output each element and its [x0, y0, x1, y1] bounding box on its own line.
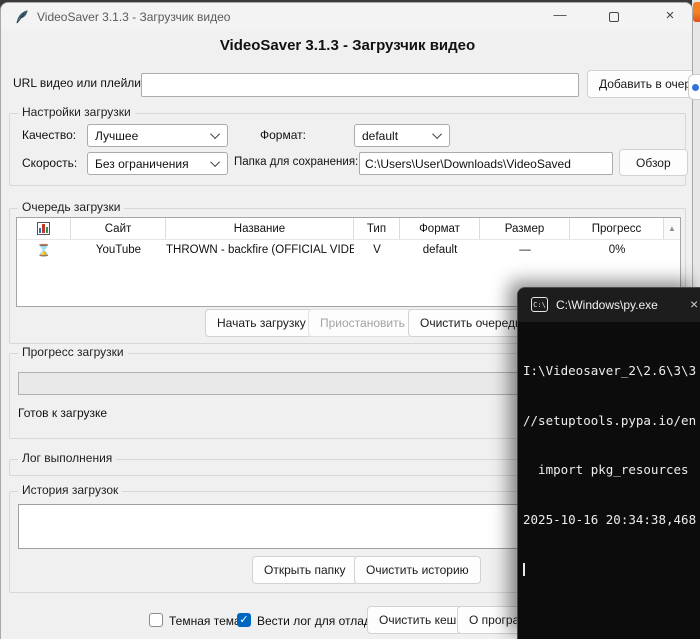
close-icon[interactable]: ×: [661, 7, 679, 24]
column-format[interactable]: Формат: [400, 218, 480, 239]
row-site: YouTube: [95, 244, 142, 256]
feather-app-icon: [16, 10, 28, 24]
dark-theme-checkbox[interactable]: [149, 613, 163, 627]
pause-button: Приостановить: [308, 309, 417, 337]
column-name[interactable]: Название: [166, 218, 354, 239]
add-to-queue-button[interactable]: Добавить в очередь: [587, 70, 692, 98]
page-title: VideoSaver 3.1.3 - Загрузчик видео: [219, 37, 476, 54]
settings-group-title: Настройки загрузки: [18, 105, 135, 119]
row-format: default: [422, 244, 458, 256]
titlebar[interactable]: VideoSaver 3.1.3 - Загрузчик видео — ×: [1, 3, 692, 31]
start-download-button[interactable]: Начать загрузку: [205, 309, 318, 337]
status-text: Готов к загрузке: [18, 406, 108, 420]
row-size: —: [519, 244, 531, 256]
column-status[interactable]: [17, 218, 71, 239]
terminal-line: //setuptools.pypa.io/en: [523, 412, 697, 428]
scroll-up-icon: ▲: [668, 223, 676, 233]
blue-dot-icon: [692, 83, 699, 91]
row-status-icon: ⌛: [36, 245, 52, 257]
queue-table-header: Сайт Название Тип Формат Размер Прогресс…: [17, 218, 680, 240]
clear-history-button[interactable]: Очистить историю: [354, 556, 481, 584]
terminal-window: C:\ C:\Windows\py.exe × I:\Videosaver_2\…: [517, 287, 700, 639]
minimize-icon[interactable]: —: [550, 7, 570, 22]
window-title: VideoSaver 3.1.3 - Загрузчик видео: [37, 10, 231, 24]
quality-label: Качество:: [22, 128, 77, 142]
log-group-title: Лог выполнения: [18, 451, 117, 465]
bar-chart-icon: [37, 222, 50, 235]
chevron-down-icon: [210, 157, 221, 168]
terminal-title: C:\Windows\py.exe: [556, 298, 658, 312]
dark-theme-label: Темная тема: [169, 614, 241, 628]
queue-group-title: Очередь загрузки: [18, 200, 125, 214]
terminal-cursor: [523, 563, 525, 576]
background-orange-fragment: [693, 2, 700, 22]
format-value: default: [362, 128, 399, 143]
url-input[interactable]: [141, 73, 579, 97]
history-group-title: История загрузок: [18, 483, 123, 497]
quality-value: Лучшее: [95, 128, 139, 143]
format-select[interactable]: default: [354, 124, 450, 147]
background-window-fragment: [688, 74, 700, 100]
column-site[interactable]: Сайт: [71, 218, 166, 239]
debug-log-checkbox[interactable]: ✓: [237, 613, 251, 627]
column-type[interactable]: Тип: [354, 218, 400, 239]
settings-group: Настройки загрузки Качество: Лучшее Форм…: [9, 105, 688, 186]
row-progress: 0%: [608, 244, 626, 256]
open-folder-button[interactable]: Открыть папку: [252, 556, 358, 584]
check-icon: ✓: [239, 613, 249, 626]
terminal-output[interactable]: I:\Videosaver_2\2.6\3\3 //setuptools.pyp…: [523, 330, 700, 609]
clear-queue-button[interactable]: Очистить очередь: [408, 309, 534, 337]
clear-cache-button[interactable]: Очистить кеш: [367, 606, 469, 634]
format-label: Формат:: [260, 128, 306, 142]
speed-label: Скорость:: [22, 156, 78, 170]
quality-select[interactable]: Лучшее: [87, 124, 228, 147]
screen: VideoSaver 3.1.3 - Загрузчик видео — × V…: [0, 0, 700, 639]
row-name: THROWN - backfire (OFFICIAL VIDEO): [166, 244, 354, 256]
terminal-line: I:\Videosaver_2\2.6\3\3: [523, 363, 697, 378]
speed-select[interactable]: Без ограничения: [87, 152, 228, 175]
folder-label: Папка для сохранения:: [234, 156, 359, 168]
url-label: URL видео или плейлиста:: [13, 76, 163, 90]
terminal-line: import pkg_resources: [523, 462, 689, 477]
table-scrollbar[interactable]: ▲: [664, 218, 680, 239]
terminal-titlebar[interactable]: C:\ C:\Windows\py.exe ×: [518, 288, 700, 322]
row-type: V: [373, 244, 381, 256]
column-size[interactable]: Размер: [480, 218, 570, 239]
terminal-close-icon[interactable]: ×: [690, 296, 698, 312]
chevron-down-icon: [432, 129, 443, 140]
table-row[interactable]: ⌛ YouTube THROWN - backfire (OFFICIAL VI…: [17, 240, 680, 260]
folder-path-input[interactable]: [359, 152, 613, 175]
console-icon: C:\: [531, 297, 548, 312]
column-progress[interactable]: Прогресс: [570, 218, 664, 239]
browse-button[interactable]: Обзор: [619, 149, 688, 176]
terminal-line: 2025-10-16 20:34:38,468: [523, 511, 697, 527]
maximize-icon[interactable]: [609, 12, 619, 22]
speed-value: Без ограничения: [95, 156, 189, 171]
debug-log-label: Вести лог для отладки: [257, 614, 383, 628]
progress-group-title: Прогресс загрузки: [18, 345, 128, 359]
chevron-down-icon: [210, 129, 221, 140]
